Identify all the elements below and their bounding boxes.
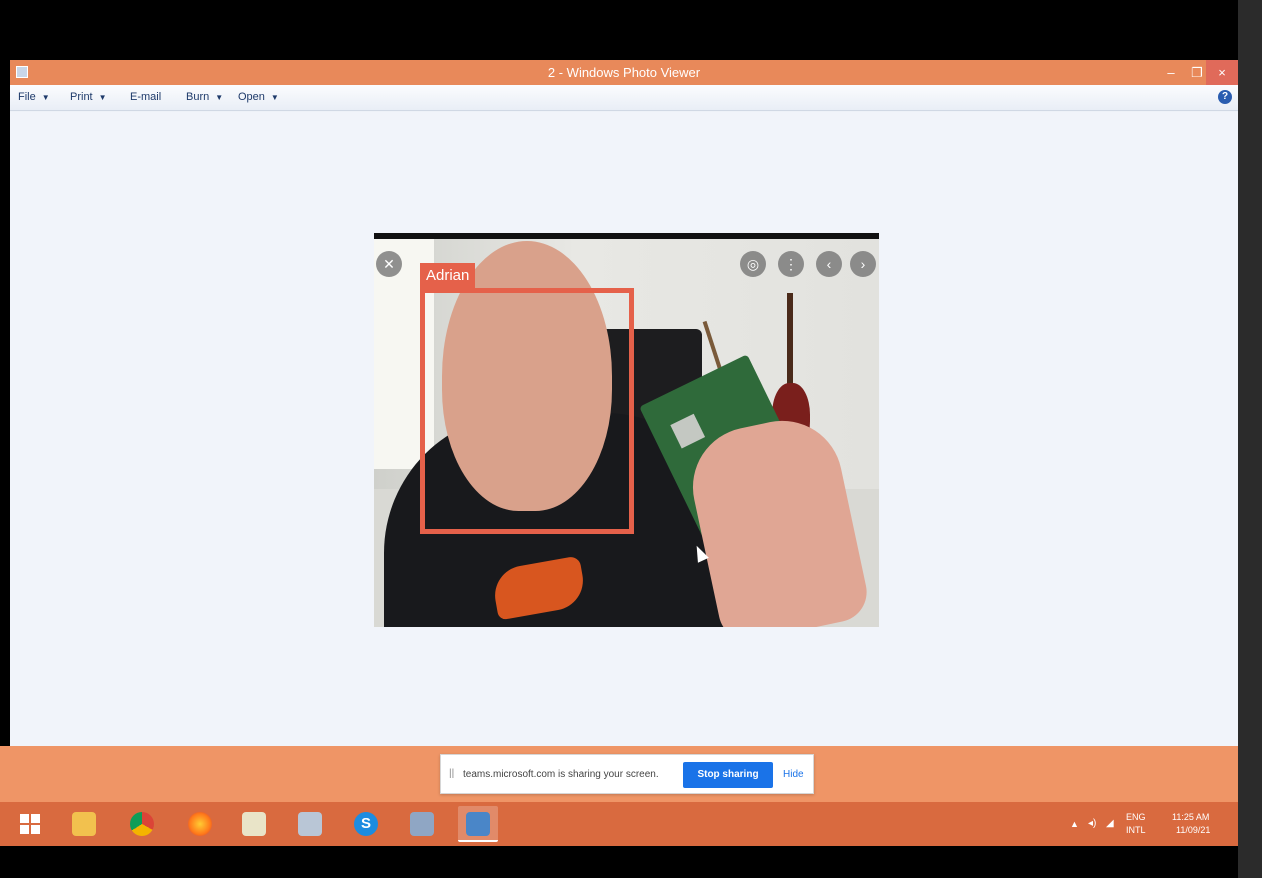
- taskbar-settings[interactable]: [402, 806, 442, 842]
- face-detection-label: Adrian: [420, 263, 476, 288]
- chevron-down-icon: ▼: [270, 93, 279, 102]
- displayed-photo: Adrian ✕ ◎ ⋮ ‹ ›: [374, 233, 879, 627]
- more-options-icon[interactable]: ⋮: [778, 251, 804, 277]
- menu-burn[interactable]: Burn ▼: [186, 91, 223, 103]
- menu-print[interactable]: Print ▼: [70, 91, 107, 103]
- menu-open-label: Open: [238, 91, 265, 103]
- taskbar: S ▲ ◂) ◢ ENG INTL 11:25 AM 11/09/21: [0, 802, 1238, 846]
- right-edge-bar: [1238, 0, 1262, 878]
- menu-open[interactable]: Open ▼: [238, 91, 279, 103]
- paint-icon: [298, 812, 322, 836]
- close-icon[interactable]: ✕: [376, 251, 402, 277]
- board-chip: [670, 413, 706, 449]
- taskbar-firefox[interactable]: [180, 806, 220, 842]
- folder-icon: [72, 812, 96, 836]
- taskbar-file-explorer[interactable]: [64, 806, 104, 842]
- firefox-icon: [188, 812, 212, 836]
- taskbar-notepad[interactable]: [234, 806, 274, 842]
- menu-file[interactable]: File ▼: [18, 91, 50, 103]
- bottom-letterbox: [0, 846, 1238, 878]
- chevron-down-icon: ▼: [41, 93, 50, 102]
- chevron-down-icon: ▼: [98, 93, 107, 102]
- close-button[interactable]: ×: [1206, 60, 1238, 85]
- menu-print-label: Print: [70, 91, 93, 103]
- previous-icon[interactable]: ‹: [816, 251, 842, 277]
- hide-link[interactable]: Hide: [783, 769, 804, 780]
- photo-viewer-window: 2 - Windows Photo Viewer – ❐ × File ▼ Pri…: [10, 60, 1238, 746]
- face-detection-box: [420, 288, 634, 534]
- volume-icon[interactable]: ◂): [1088, 818, 1096, 829]
- menu-email-label: E-mail: [130, 91, 162, 103]
- settings-icon: [410, 812, 434, 836]
- clock-time[interactable]: 11:25 AM: [1172, 812, 1209, 822]
- menu-bar: File ▼ Print ▼ E-mail Burn ▼ Open ▼ ?: [10, 85, 1238, 111]
- clock-date[interactable]: 11/09/21: [1176, 825, 1210, 835]
- show-hidden-icons-icon[interactable]: ▲: [1070, 819, 1079, 829]
- chrome-icon: [130, 812, 154, 836]
- taskbar-photo-viewer[interactable]: [458, 806, 498, 842]
- screen-share-strip: || teams.microsoft.com is sharing your s…: [0, 746, 1238, 802]
- next-icon[interactable]: ›: [850, 251, 876, 277]
- menu-burn-label: Burn: [186, 91, 210, 103]
- skype-icon: S: [354, 812, 378, 836]
- taskbar-chrome[interactable]: [122, 806, 162, 842]
- input-language[interactable]: ENG: [1126, 812, 1146, 822]
- chevron-down-icon: ▼: [215, 93, 224, 102]
- screen-share-notification: || teams.microsoft.com is sharing your s…: [440, 754, 814, 794]
- photo-viewer-icon: [466, 812, 490, 836]
- help-icon[interactable]: ?: [1218, 90, 1232, 104]
- network-icon[interactable]: ◢: [1106, 818, 1114, 829]
- stop-sharing-button[interactable]: Stop sharing: [683, 762, 773, 788]
- window-title: 2 - Windows Photo Viewer: [547, 65, 701, 80]
- title-bar[interactable]: 2 - Windows Photo Viewer – ❐ ×: [10, 60, 1238, 85]
- input-layout[interactable]: INTL: [1126, 825, 1146, 835]
- image-viewport: Adrian ✕ ◎ ⋮ ‹ ›: [10, 112, 1238, 746]
- menu-email[interactable]: E-mail: [130, 91, 161, 103]
- minimize-button[interactable]: –: [1158, 60, 1184, 85]
- windows-logo-icon: [20, 814, 40, 834]
- taskbar-paint[interactable]: [290, 806, 330, 842]
- notepad-icon: [242, 812, 266, 836]
- menu-file-label: File: [18, 91, 36, 103]
- screen-frame: 2 - Windows Photo Viewer – ❐ × File ▼ Pri…: [0, 0, 1262, 878]
- taskbar-skype[interactable]: S: [346, 806, 386, 842]
- start-button[interactable]: [10, 806, 50, 842]
- share-message: teams.microsoft.com is sharing your scre…: [463, 769, 659, 780]
- drag-handle-icon[interactable]: ||: [449, 768, 454, 779]
- system-tray: ▲ ◂) ◢ ENG INTL 11:25 AM 11/09/21: [1070, 810, 1234, 840]
- lens-icon[interactable]: ◎: [740, 251, 766, 277]
